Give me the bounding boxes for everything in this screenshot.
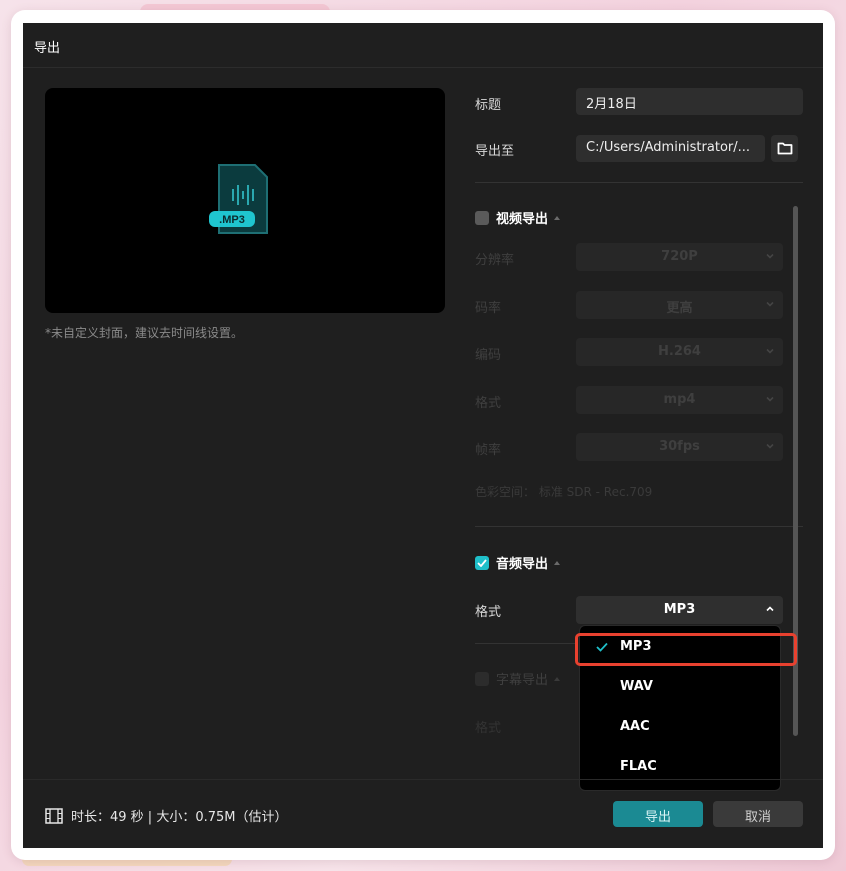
title-input[interactable]: 2月18日 (576, 88, 803, 115)
cancel-button[interactable]: 取消 (713, 801, 803, 827)
export-info: 时长：49 秒 | 大小：0.75M（估计） (45, 806, 287, 825)
cover-hint: *未自定义封面，建议去时间线设置。 (45, 326, 244, 340)
folder-icon (777, 142, 792, 155)
framerate-value: 30fps (659, 439, 700, 454)
cover-preview: .MP3 (45, 88, 445, 313)
video-export-title: 视频导出 (496, 212, 549, 227)
dropdown-option-label: WAV (620, 679, 653, 694)
dropdown-option-label: FLAC (620, 759, 657, 774)
codec-select: H.264 (576, 338, 783, 366)
chevron-down-icon (766, 301, 774, 307)
color-space-text: 色彩空间： 标准 SDR - Rec.709 (475, 485, 653, 499)
divider (475, 182, 803, 183)
video-format-label: 格式 (475, 396, 502, 411)
dropdown-option-wav[interactable]: WAV (580, 672, 780, 704)
bitrate-label: 码率 (475, 301, 502, 316)
framerate-select: 30fps (576, 433, 783, 461)
chevron-down-icon (766, 396, 774, 402)
bitrate-value: 更高 (666, 301, 693, 316)
dialog-title: 导出 (34, 41, 61, 56)
audio-export-checkbox[interactable] (475, 555, 489, 570)
codec-value: H.264 (658, 344, 701, 359)
subtitle-export-checkbox (475, 671, 489, 686)
export-dialog: 导出 .MP3 *未自定义封面，建议去时间线设置。 标题 2月18日 导出至 C… (23, 23, 823, 848)
video-export-checkbox[interactable] (475, 210, 489, 225)
resolution-value: 720P (661, 249, 698, 264)
audio-format-value: MP3 (663, 602, 696, 617)
chevron-down-icon (766, 443, 774, 449)
divider (475, 526, 803, 527)
video-format-value: mp4 (663, 392, 696, 407)
collapse-icon[interactable] (554, 215, 561, 220)
file-badge-text: .MP3 (219, 214, 245, 226)
subtitle-export-title: 字幕导出 (496, 673, 549, 688)
collapse-icon (554, 676, 561, 681)
bitrate-select: 更高 (576, 291, 783, 319)
audio-format-select[interactable]: MP3 (576, 596, 783, 624)
chevron-down-icon (766, 253, 774, 259)
framerate-label: 帧率 (475, 443, 502, 458)
export-button[interactable]: 导出 (613, 801, 703, 827)
export-path-input[interactable]: C:/Users/Administrator/... (576, 135, 765, 162)
resolution-label: 分辨率 (475, 253, 515, 268)
resolution-select: 720P (576, 243, 783, 271)
selection-highlight (575, 633, 797, 666)
audio-export-title: 音频导出 (496, 557, 549, 572)
check-icon (477, 558, 487, 567)
divider (475, 643, 575, 644)
browse-folder-button[interactable] (771, 135, 798, 162)
film-icon (45, 807, 63, 824)
video-format-select: mp4 (576, 386, 783, 414)
title-label: 标题 (475, 98, 502, 113)
footer-divider (23, 779, 823, 780)
subtitle-format-label: 格式 (475, 721, 502, 736)
chevron-up-icon (766, 606, 774, 612)
video-export-toggle[interactable]: 视频导出 (475, 208, 561, 227)
audio-file-icon: .MP3 (209, 164, 268, 234)
title-bar: 导出 (23, 23, 823, 68)
duration-size-text: 时长：49 秒 | 大小：0.75M（估计） (71, 810, 288, 825)
audio-format-label: 格式 (475, 605, 502, 620)
collapse-icon[interactable] (554, 560, 561, 565)
subtitle-export-toggle: 字幕导出 (475, 669, 561, 688)
export-to-label: 导出至 (475, 144, 515, 159)
chevron-down-icon (766, 348, 774, 354)
audio-export-toggle[interactable]: 音频导出 (475, 553, 561, 572)
dropdown-option-aac[interactable]: AAC (580, 712, 780, 744)
codec-label: 编码 (475, 348, 502, 363)
dropdown-option-label: AAC (620, 719, 650, 734)
